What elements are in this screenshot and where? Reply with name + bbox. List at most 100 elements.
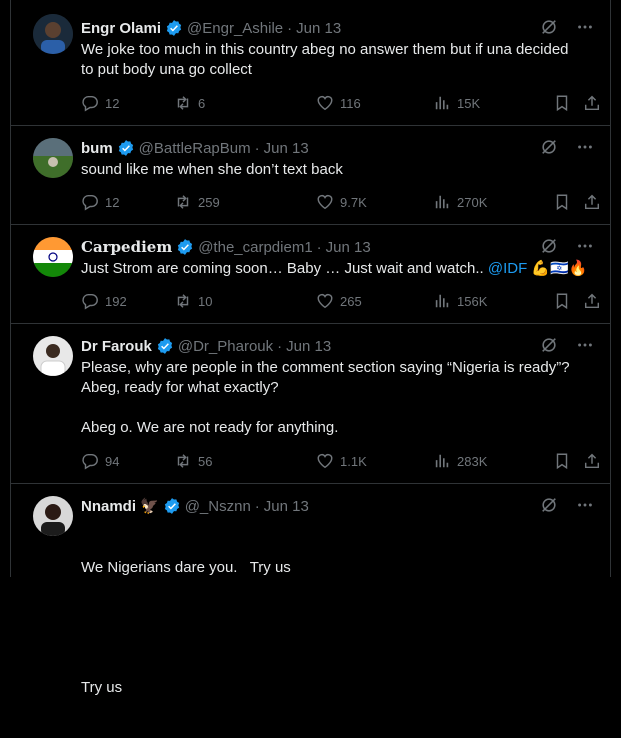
reply-button[interactable]: 94 (81, 452, 119, 470)
display-name[interactable]: Dr Farouk (81, 338, 152, 355)
tweet[interactable]: Dr Farouk @Dr_Pharouk · Jun 13 Please, w… (11, 324, 610, 484)
repost-count: 56 (198, 453, 213, 469)
tweet-date[interactable]: Jun 13 (286, 338, 331, 355)
share-button[interactable] (583, 94, 601, 112)
like-button[interactable]: 116 (316, 94, 361, 112)
separator-dot: · (277, 337, 283, 355)
reply-button[interactable]: 12 (81, 94, 119, 112)
share-button[interactable] (583, 193, 601, 211)
repost-icon (177, 96, 189, 110)
bookmark-button[interactable] (553, 94, 571, 112)
tweet[interactable]: Carpediem @the_carpdiem1 · Jun 13 Just S… (11, 225, 610, 324)
heart-icon (317, 293, 333, 309)
grok-icon[interactable] (540, 496, 558, 514)
tweet-date[interactable]: Jun 13 (296, 20, 341, 37)
tweet-date[interactable]: Jun 13 (326, 239, 371, 256)
more-options-icon[interactable] (576, 138, 594, 156)
avatar[interactable] (33, 496, 73, 536)
tweet-header: bum @BattleRapBum · Jun 13 (81, 138, 594, 158)
user-handle[interactable]: @the_carpdiem1 (198, 239, 312, 256)
user-handle[interactable]: @_Nsznn (185, 498, 251, 515)
heart-icon (317, 194, 333, 210)
more-options-icon[interactable] (576, 496, 594, 514)
tweet-text: We joke too much in this country abeg no… (81, 40, 590, 80)
tweet-date[interactable]: Jun 13 (264, 140, 309, 157)
tweet-line: Abeg, ready for what exactly? (81, 379, 279, 396)
display-name[interactable]: Engr Olami (81, 20, 161, 37)
display-name[interactable]: bum (81, 140, 113, 157)
avatar[interactable] (33, 237, 73, 277)
verified-badge-icon (176, 238, 194, 256)
like-button[interactable]: 1.1K (316, 452, 367, 470)
like-button[interactable]: 265 (316, 292, 362, 310)
repost-count: 259 (198, 194, 220, 210)
reply-button[interactable]: 192 (81, 292, 127, 310)
user-handle[interactable]: @BattleRapBum (139, 140, 251, 157)
tweet[interactable]: Nnamdi 🦅 @_Nsznn · Jun 13 We Nigerians d… (11, 484, 610, 696)
grok-icon[interactable] (540, 237, 558, 255)
views-icon (435, 294, 449, 308)
tweet-text: We Nigerians dare you. Try us Try us (81, 518, 590, 738)
share-button[interactable] (583, 452, 601, 470)
views-count: 156K (457, 293, 488, 309)
display-name[interactable]: Nnamdi (81, 498, 136, 515)
share-icon (584, 453, 600, 469)
share-icon (584, 194, 600, 210)
verified-badge-icon (156, 337, 174, 355)
tweet[interactable]: bum @BattleRapBum · Jun 13 sound like me… (11, 126, 610, 225)
more-options-icon[interactable] (576, 18, 594, 36)
timeline-feed: Engr Olami @Engr_Ashile · Jun 13 We joke… (10, 0, 611, 696)
avatar[interactable] (33, 14, 73, 54)
header-actions (540, 496, 594, 514)
repost-button[interactable]: 10 (174, 292, 212, 310)
tweet-line: We Nigerians dare you. Try us (81, 559, 291, 576)
repost-button[interactable]: 56 (174, 452, 212, 470)
grok-icon[interactable] (540, 138, 558, 156)
header-actions (540, 237, 594, 255)
grok-icon[interactable] (540, 336, 558, 354)
separator-dot: · (287, 19, 293, 37)
display-name[interactable]: Carpediem (81, 238, 172, 256)
more-options-icon[interactable] (576, 237, 594, 255)
views-button[interactable]: 15K (433, 94, 480, 112)
tweet-date[interactable]: Jun 13 (264, 498, 309, 515)
bookmark-button[interactable] (553, 292, 571, 310)
user-handle[interactable]: @Engr_Ashile (187, 20, 283, 37)
grok-icon[interactable] (540, 18, 558, 36)
views-button[interactable]: 283K (433, 452, 487, 470)
repost-button[interactable]: 259 (174, 193, 220, 211)
separator-dot: · (316, 238, 322, 256)
share-button[interactable] (583, 292, 601, 310)
bookmark-button[interactable] (553, 452, 571, 470)
repost-count: 6 (198, 95, 206, 111)
like-button[interactable]: 9.7K (316, 193, 367, 211)
tweet[interactable]: Engr Olami @Engr_Ashile · Jun 13 We joke… (11, 0, 610, 126)
bookmark-button[interactable] (553, 193, 571, 211)
like-count: 265 (340, 293, 362, 309)
avatar[interactable] (33, 138, 73, 178)
views-button[interactable]: 156K (433, 292, 487, 310)
user-handle[interactable]: @Dr_Pharouk (178, 338, 273, 355)
reply-icon (82, 293, 98, 310)
repost-icon (177, 195, 189, 209)
repost-icon (177, 454, 189, 468)
reply-button[interactable]: 12 (81, 193, 119, 211)
reply-icon (82, 453, 98, 470)
views-count: 283K (457, 453, 488, 469)
emoji-text: 💪🇮🇱🔥 (531, 260, 588, 277)
tweet-line: to put body una go collect (81, 61, 252, 78)
heart-icon (317, 453, 333, 469)
like-count: 116 (340, 95, 361, 111)
avatar[interactable] (33, 336, 73, 376)
views-button[interactable]: 270K (433, 193, 487, 211)
tweet-line: Try us (81, 679, 123, 696)
more-options-icon[interactable] (576, 336, 594, 354)
repost-button[interactable]: 6 (174, 94, 205, 112)
tweet-line (81, 618, 590, 638)
tweet-actions: 192 10 265 156K (81, 291, 600, 311)
views-icon (435, 454, 449, 468)
verified-badge-icon (117, 139, 135, 157)
mention-link[interactable]: @IDF (488, 260, 527, 277)
verified-badge-icon (163, 497, 181, 515)
bookmark-icon (556, 453, 568, 470)
